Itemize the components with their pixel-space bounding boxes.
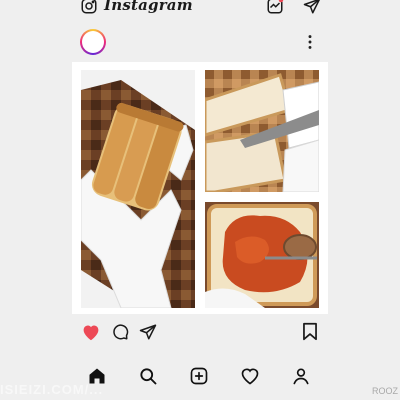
avatar[interactable] <box>80 29 106 55</box>
watermark: ISIEIZI.COM/... <box>0 382 104 397</box>
heart-icon[interactable] <box>240 366 260 386</box>
save-bookmark-icon[interactable] <box>302 322 318 341</box>
sandwich-cut-photo <box>205 70 319 192</box>
camera-icon[interactable] <box>80 0 98 15</box>
app-title: Instagram <box>104 0 193 14</box>
comment-icon[interactable] <box>111 323 129 341</box>
profile-icon[interactable] <box>291 366 311 386</box>
top-bar: Instagram <box>0 0 400 18</box>
share-icon[interactable] <box>139 323 157 341</box>
bread-loaf-photo <box>81 70 195 308</box>
direct-message-icon[interactable] <box>303 0 321 15</box>
jam-spread-photo <box>205 202 319 308</box>
like-heart-icon[interactable] <box>81 323 101 341</box>
corner-watermark: ROOZ <box>372 386 398 396</box>
more-options-icon[interactable] <box>304 33 316 51</box>
activity-icon[interactable] <box>266 0 284 15</box>
post-image[interactable] <box>72 62 328 314</box>
